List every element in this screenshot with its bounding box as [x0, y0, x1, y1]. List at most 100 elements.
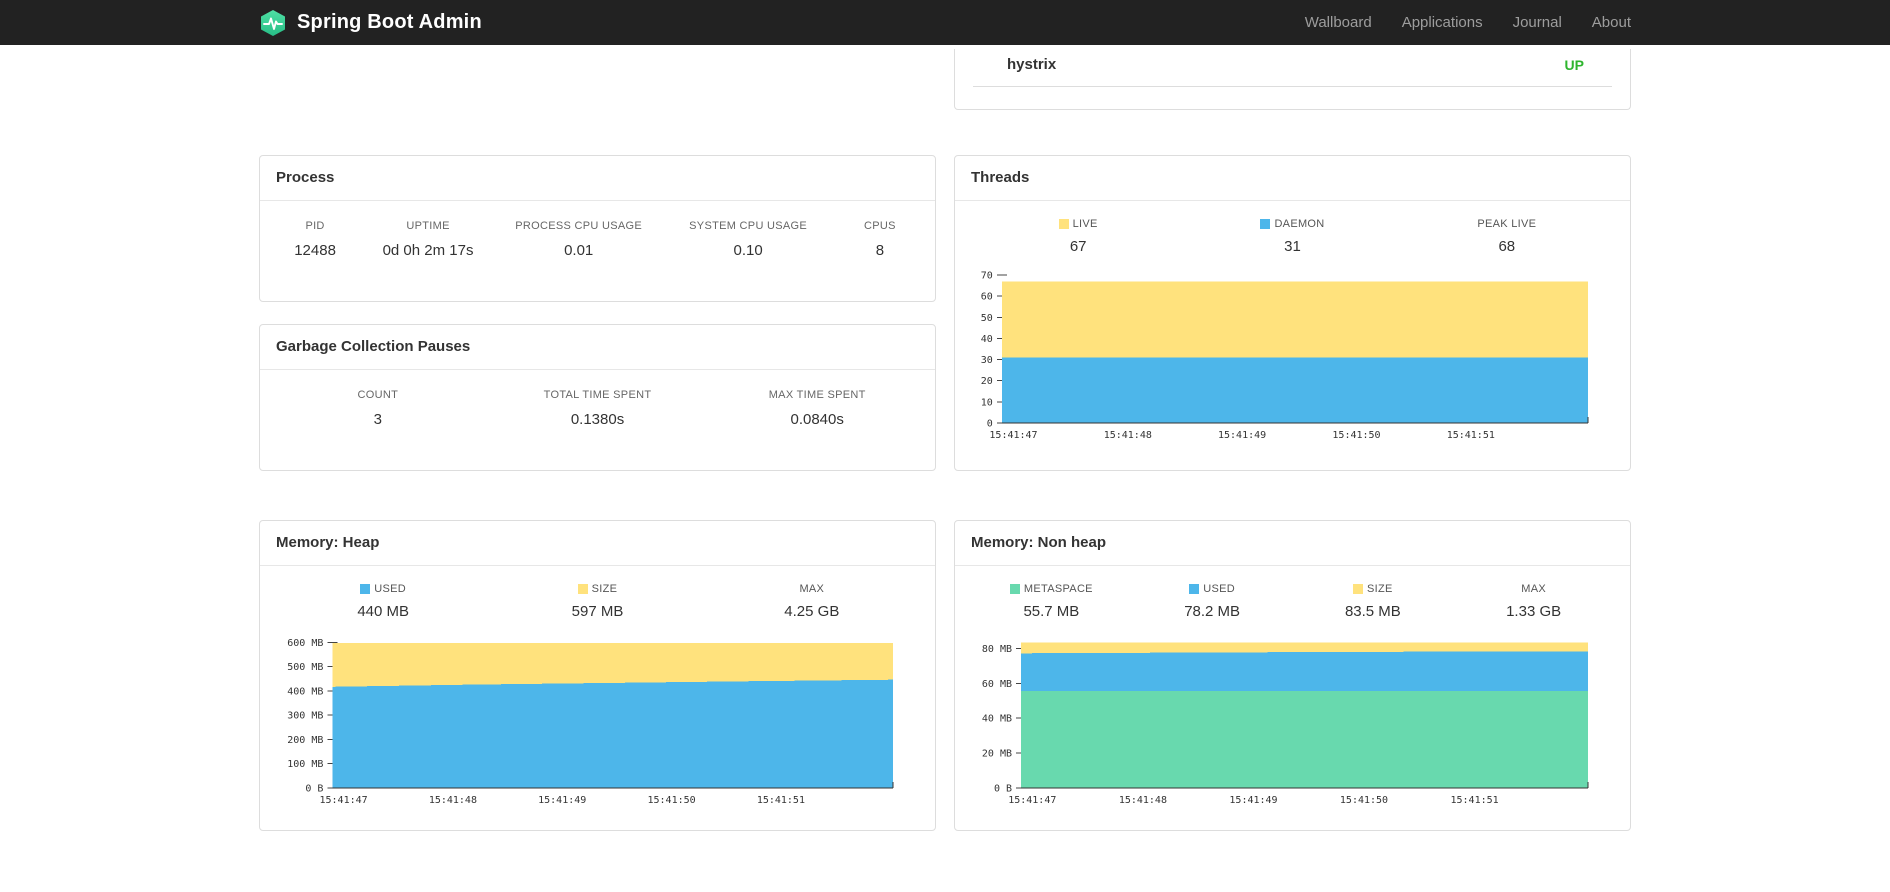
- legend-value: 68: [1498, 238, 1516, 255]
- metric-value: 12488: [294, 242, 336, 259]
- legend-label: MAX: [1521, 583, 1546, 595]
- svg-text:20 MB: 20 MB: [982, 749, 1012, 760]
- health-panel-clipped: hystrix UP: [954, 49, 1631, 110]
- svg-text:60 MB: 60 MB: [982, 679, 1012, 690]
- metric-value: 0.01: [564, 242, 594, 259]
- metric-value: 0.1380s: [570, 411, 625, 428]
- metric-label: PID: [305, 220, 325, 232]
- gc-metrics: COUNT 3 TOTAL TIME SPENT 0.1380s MAX TIM…: [260, 370, 935, 428]
- legend-label: METASPACE: [1023, 583, 1093, 595]
- svg-text:70: 70: [981, 271, 993, 282]
- metric-process-cpu: PROCESS CPU USAGE 0.01: [494, 220, 663, 259]
- process-panel-title: Process: [276, 169, 335, 186]
- page-content: Process PID 12488 UPTIME 0d 0h 2m 17s PR…: [0, 0, 1890, 831]
- process-panel-header: Process: [260, 156, 935, 201]
- metric-label: UPTIME: [406, 220, 450, 232]
- legend-item-max: MAX 4.25 GB: [705, 583, 919, 620]
- svg-text:15:41:48: 15:41:48: [1119, 795, 1167, 806]
- gc-panel-title: Garbage Collection Pauses: [276, 338, 471, 355]
- svg-text:15:41:49: 15:41:49: [538, 795, 586, 806]
- svg-text:15:41:48: 15:41:48: [1104, 430, 1152, 441]
- memory-heap-chart: 0 B 100 MB 200 MB 300 MB 400 MB 500 MB 600 MB 1…: [276, 630, 919, 810]
- navbar-inner: Spring Boot Admin Wallboard Applications…: [259, 0, 1631, 45]
- memory-nonheap-panel-header: Memory: Non heap: [955, 521, 1630, 566]
- metric-pid: PID 12488: [268, 220, 362, 259]
- legend-value: 31: [1284, 238, 1301, 255]
- metric-uptime: UPTIME 0d 0h 2m 17s: [362, 220, 494, 259]
- legend-value: 4.25 GB: [784, 603, 840, 620]
- memory-nonheap-panel: Memory: Non heap METASPACE 55.7 MB USED …: [954, 520, 1631, 831]
- metric-gc-total-time: TOTAL TIME SPENT 0.1380s: [488, 389, 708, 428]
- svg-text:60: 60: [981, 292, 993, 303]
- legend-item-peak-live: PEAK LIVE 68: [1400, 218, 1614, 255]
- svg-text:15:41:47: 15:41:47: [1008, 795, 1056, 806]
- metric-value: 0.10: [733, 242, 763, 259]
- legend-item-daemon: DAEMON 31: [1185, 218, 1399, 255]
- nav-link-applications[interactable]: Applications: [1402, 14, 1483, 31]
- health-row: hystrix UP: [973, 49, 1612, 87]
- metric-cpus: CPUS 8: [833, 220, 927, 259]
- right-column: hystrix UP Threads LIVE 67 DAEMON 31 PEA…: [954, 45, 1631, 831]
- legend-value: 78.2 MB: [1184, 603, 1241, 620]
- navbar: Spring Boot Admin Wallboard Applications…: [0, 0, 1890, 45]
- svg-text:50: 50: [981, 313, 993, 324]
- svg-text:0 B: 0 B: [994, 784, 1012, 795]
- metric-label: CPUS: [864, 220, 896, 232]
- threads-panel-header: Threads: [955, 156, 1630, 201]
- legend-item-used: USED 440 MB: [276, 583, 490, 620]
- legend-label: SIZE: [591, 583, 618, 595]
- legend-item-size: SIZE 597 MB: [490, 583, 704, 620]
- nav-link-journal[interactable]: Journal: [1513, 14, 1562, 31]
- legend-item-max: MAX 1.33 GB: [1453, 583, 1614, 620]
- legend-label: MAX: [799, 583, 825, 595]
- svg-text:40 MB: 40 MB: [982, 714, 1012, 725]
- metaspace-swatch-icon: [1009, 584, 1020, 594]
- svg-text:15:41:51: 15:41:51: [1447, 430, 1495, 441]
- nonheap-legend: METASPACE 55.7 MB USED 78.2 MB SIZE 83.5…: [971, 583, 1614, 620]
- svg-text:15:41:49: 15:41:49: [1229, 795, 1277, 806]
- status-badge: UP: [1564, 56, 1584, 73]
- svg-text:15:41:47: 15:41:47: [989, 430, 1037, 441]
- svg-text:15:41:50: 15:41:50: [1340, 795, 1388, 806]
- health-indicator-name: hystrix: [1007, 56, 1057, 73]
- daemon-swatch-icon: [1260, 219, 1271, 229]
- svg-text:500 MB: 500 MB: [287, 662, 323, 673]
- metric-label: PROCESS CPU USAGE: [515, 220, 643, 232]
- legend-label: USED: [1203, 583, 1235, 595]
- svg-text:15:41:47: 15:41:47: [320, 795, 368, 806]
- legend-item-live: LIVE 67: [971, 218, 1185, 255]
- legend-label: SIZE: [1367, 583, 1393, 595]
- svg-text:600 MB: 600 MB: [287, 638, 323, 649]
- svg-text:15:41:51: 15:41:51: [757, 795, 805, 806]
- used-swatch-icon: [1189, 584, 1200, 594]
- gc-panel: Garbage Collection Pauses COUNT 3 TOTAL …: [259, 324, 936, 471]
- legend-value: 440 MB: [357, 603, 410, 620]
- legend-value: 83.5 MB: [1344, 603, 1401, 620]
- svg-text:15:41:49: 15:41:49: [1218, 430, 1266, 441]
- memory-heap-panel-header: Memory: Heap: [260, 521, 935, 566]
- legend-label: USED: [374, 583, 407, 595]
- brand-link[interactable]: Spring Boot Admin: [259, 9, 482, 37]
- used-swatch-icon: [360, 584, 371, 594]
- nav-link-about[interactable]: About: [1592, 14, 1631, 31]
- legend-value: 55.7 MB: [1023, 603, 1080, 620]
- svg-text:15:41:51: 15:41:51: [1451, 795, 1499, 806]
- svg-text:30: 30: [981, 355, 993, 366]
- nav-link-wallboard[interactable]: Wallboard: [1305, 14, 1372, 31]
- threads-chart: 0 10 20 30 40 50 60 70 15:41:47 15:41:48 15:41:49 1…: [971, 265, 1614, 445]
- process-panel: Process PID 12488 UPTIME 0d 0h 2m 17s PR…: [259, 155, 936, 302]
- left-column: Process PID 12488 UPTIME 0d 0h 2m 17s PR…: [259, 45, 936, 831]
- svg-text:15:41:50: 15:41:50: [1332, 430, 1380, 441]
- legend-value: 597 MB: [571, 603, 624, 620]
- svg-text:20: 20: [981, 376, 993, 387]
- svg-text:40: 40: [981, 334, 993, 345]
- brand-title: Spring Boot Admin: [297, 11, 482, 33]
- memory-heap-panel: Memory: Heap USED 440 MB SIZE 597 MB MAX…: [259, 520, 936, 831]
- metric-label: COUNT: [357, 389, 399, 401]
- legend-label: LIVE: [1072, 218, 1098, 230]
- legend-value: 67: [1069, 238, 1087, 255]
- memory-nonheap-panel-title: Memory: Non heap: [971, 534, 1107, 551]
- metric-label: TOTAL TIME SPENT: [543, 389, 652, 401]
- svg-text:0: 0: [987, 419, 993, 430]
- svg-text:100 MB: 100 MB: [287, 759, 323, 770]
